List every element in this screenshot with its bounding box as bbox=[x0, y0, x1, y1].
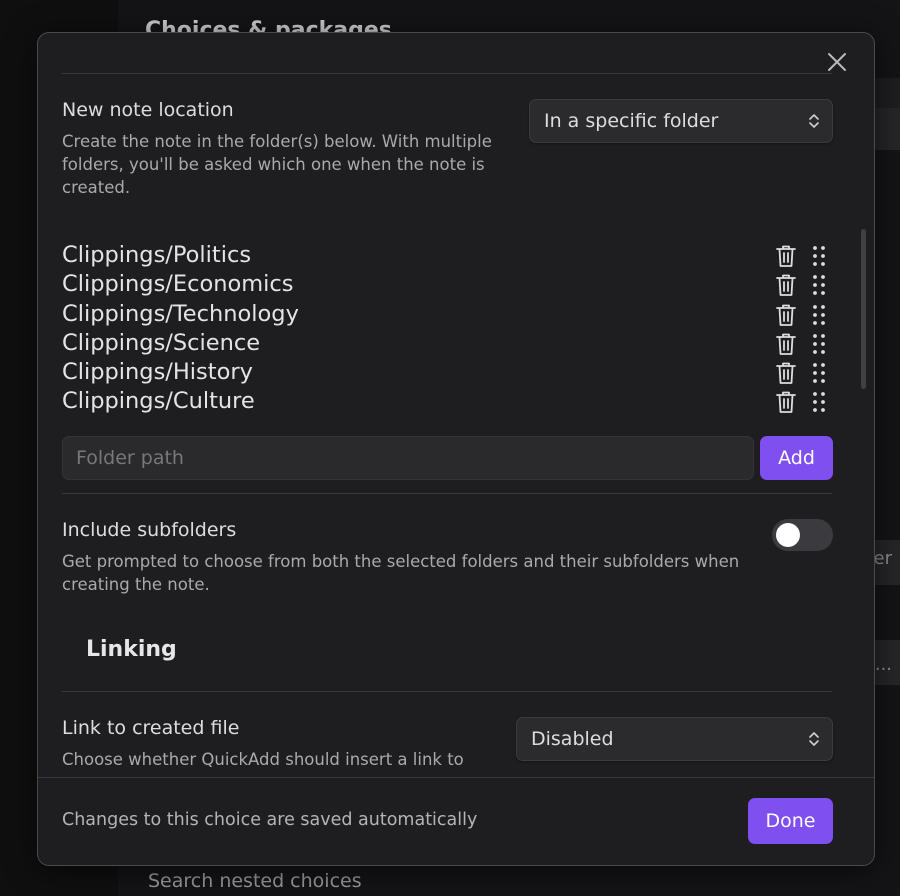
include-subfolders-toggle[interactable] bbox=[772, 519, 833, 551]
folder-path-text: Clippings/Science bbox=[62, 329, 261, 356]
modal-footer: Changes to this choice are saved automat… bbox=[38, 777, 874, 865]
link-to-created-file-dropdown[interactable]: Disabled bbox=[516, 717, 833, 761]
divider bbox=[62, 73, 832, 74]
trash-icon[interactable] bbox=[775, 303, 797, 327]
close-button[interactable] bbox=[824, 49, 850, 75]
folder-path-text: Clippings/Economics bbox=[62, 271, 294, 298]
folder-row: Clippings/Science bbox=[62, 329, 832, 358]
folder-path-text: Clippings/Technology bbox=[62, 300, 299, 327]
folder-row: Clippings/Economics bbox=[62, 270, 832, 299]
link-to-created-file-description: Choose whether QuickAdd should insert a … bbox=[62, 750, 464, 769]
folder-path-text: Clippings/History bbox=[62, 359, 253, 386]
new-note-location-description: Create the note in the folder(s) below. … bbox=[62, 132, 492, 197]
divider bbox=[62, 493, 832, 494]
trash-icon[interactable] bbox=[775, 361, 797, 385]
chevron-up-down-icon bbox=[809, 732, 819, 746]
drag-handle-icon[interactable] bbox=[812, 391, 826, 413]
folder-list: Clippings/Politics Clippings/Economics Cli… bbox=[62, 241, 832, 417]
include-subfolders-description: Get prompted to choose from both the sel… bbox=[62, 552, 740, 594]
drag-handle-icon[interactable] bbox=[812, 274, 826, 296]
trash-icon[interactable] bbox=[775, 332, 797, 356]
drag-handle-icon[interactable] bbox=[812, 333, 826, 355]
folder-path-text: Clippings/Culture bbox=[62, 388, 255, 415]
choice-settings-modal: New note location Create the note in the… bbox=[37, 32, 875, 866]
dropdown-value: Disabled bbox=[531, 728, 614, 750]
drag-handle-icon[interactable] bbox=[812, 304, 826, 326]
folder-row: Clippings/History bbox=[62, 358, 832, 387]
scrollbar[interactable] bbox=[861, 229, 866, 389]
done-button[interactable]: Done bbox=[748, 798, 833, 844]
folder-path-text: Clippings/Politics bbox=[62, 242, 252, 268]
linking-heading: Linking bbox=[86, 637, 177, 662]
chevron-up-down-icon bbox=[809, 114, 819, 128]
drag-handle-icon[interactable] bbox=[812, 362, 826, 384]
new-note-location-dropdown[interactable]: In a specific folder bbox=[529, 99, 833, 143]
new-note-location-label: New note location bbox=[62, 99, 234, 121]
trash-icon[interactable] bbox=[775, 273, 797, 297]
toggle-knob bbox=[776, 523, 800, 547]
trash-icon[interactable] bbox=[775, 244, 797, 268]
modal-content: New note location Create the note in the… bbox=[38, 33, 874, 777]
drag-handle-icon[interactable] bbox=[812, 245, 826, 267]
autosave-notice: Changes to this choice are saved automat… bbox=[62, 810, 478, 830]
background-strip bbox=[874, 78, 900, 108]
close-icon bbox=[828, 53, 846, 71]
include-subfolders-label: Include subfolders bbox=[62, 519, 237, 541]
folder-path-input[interactable] bbox=[62, 436, 754, 480]
search-nested-choices[interactable]: Search nested choices bbox=[148, 870, 362, 892]
trash-icon[interactable] bbox=[775, 390, 797, 414]
background-edge-text: er bbox=[873, 548, 892, 569]
folder-row: Clippings/Politics bbox=[62, 241, 832, 270]
divider bbox=[62, 691, 832, 692]
dropdown-value: In a specific folder bbox=[544, 110, 719, 132]
folder-row: Clippings/Technology bbox=[62, 300, 832, 329]
folder-row: Clippings/Culture bbox=[62, 387, 832, 416]
link-to-created-file-label: Link to created file bbox=[62, 717, 240, 739]
background-strip bbox=[874, 108, 900, 150]
add-folder-button[interactable]: Add bbox=[760, 436, 833, 480]
